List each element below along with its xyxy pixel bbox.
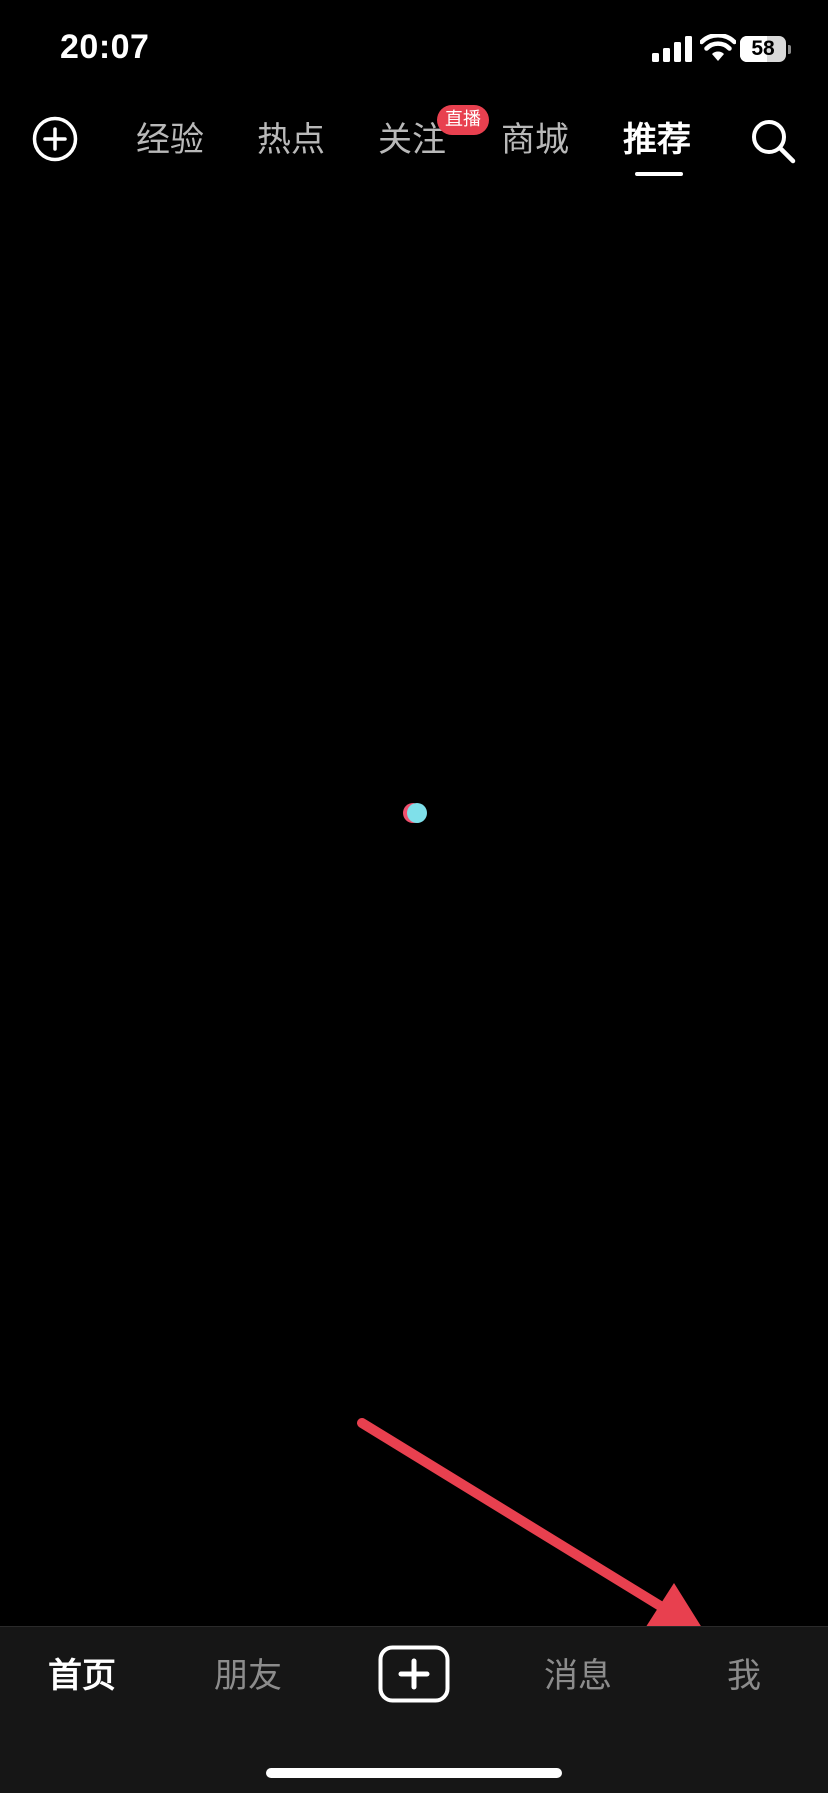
battery-tip bbox=[788, 45, 791, 54]
status-bar: 20:07 58 bbox=[0, 0, 828, 100]
battery-level: 58 bbox=[751, 37, 775, 60]
plus-square-icon[interactable] bbox=[378, 1645, 450, 1703]
top-nav: 经验 热点 关注 直播 商城 推荐 bbox=[0, 100, 828, 190]
live-badge: 直播 bbox=[437, 105, 489, 135]
wifi-icon bbox=[700, 34, 736, 61]
tab-home[interactable]: 首页 bbox=[42, 1653, 122, 1699]
battery-body: 58 bbox=[740, 36, 786, 62]
tab-shangcheng[interactable]: 商城 bbox=[501, 118, 569, 162]
tab-guanzhu[interactable]: 关注 bbox=[378, 118, 446, 162]
tab-redian[interactable]: 热点 bbox=[257, 118, 325, 162]
tab-jingyan[interactable]: 经验 bbox=[136, 118, 204, 162]
tab-messages[interactable]: 消息 bbox=[538, 1653, 618, 1699]
loading-dot-icon bbox=[403, 803, 427, 823]
plus-circle-icon[interactable] bbox=[32, 116, 78, 162]
tab-friends[interactable]: 朋友 bbox=[208, 1653, 288, 1699]
bottom-nav: 首页 朋友 消息 我 bbox=[0, 1626, 828, 1793]
battery-icon: 58 bbox=[740, 36, 792, 62]
tab-tuijian[interactable]: 推荐 bbox=[623, 118, 691, 162]
active-tab-indicator bbox=[635, 172, 683, 176]
status-time: 20:07 bbox=[60, 28, 150, 66]
annotation-arrow bbox=[357, 1418, 709, 1639]
signal-icon bbox=[652, 36, 692, 62]
search-icon[interactable] bbox=[750, 118, 796, 164]
home-indicator bbox=[266, 1768, 562, 1778]
tab-me[interactable]: 我 bbox=[704, 1653, 784, 1699]
